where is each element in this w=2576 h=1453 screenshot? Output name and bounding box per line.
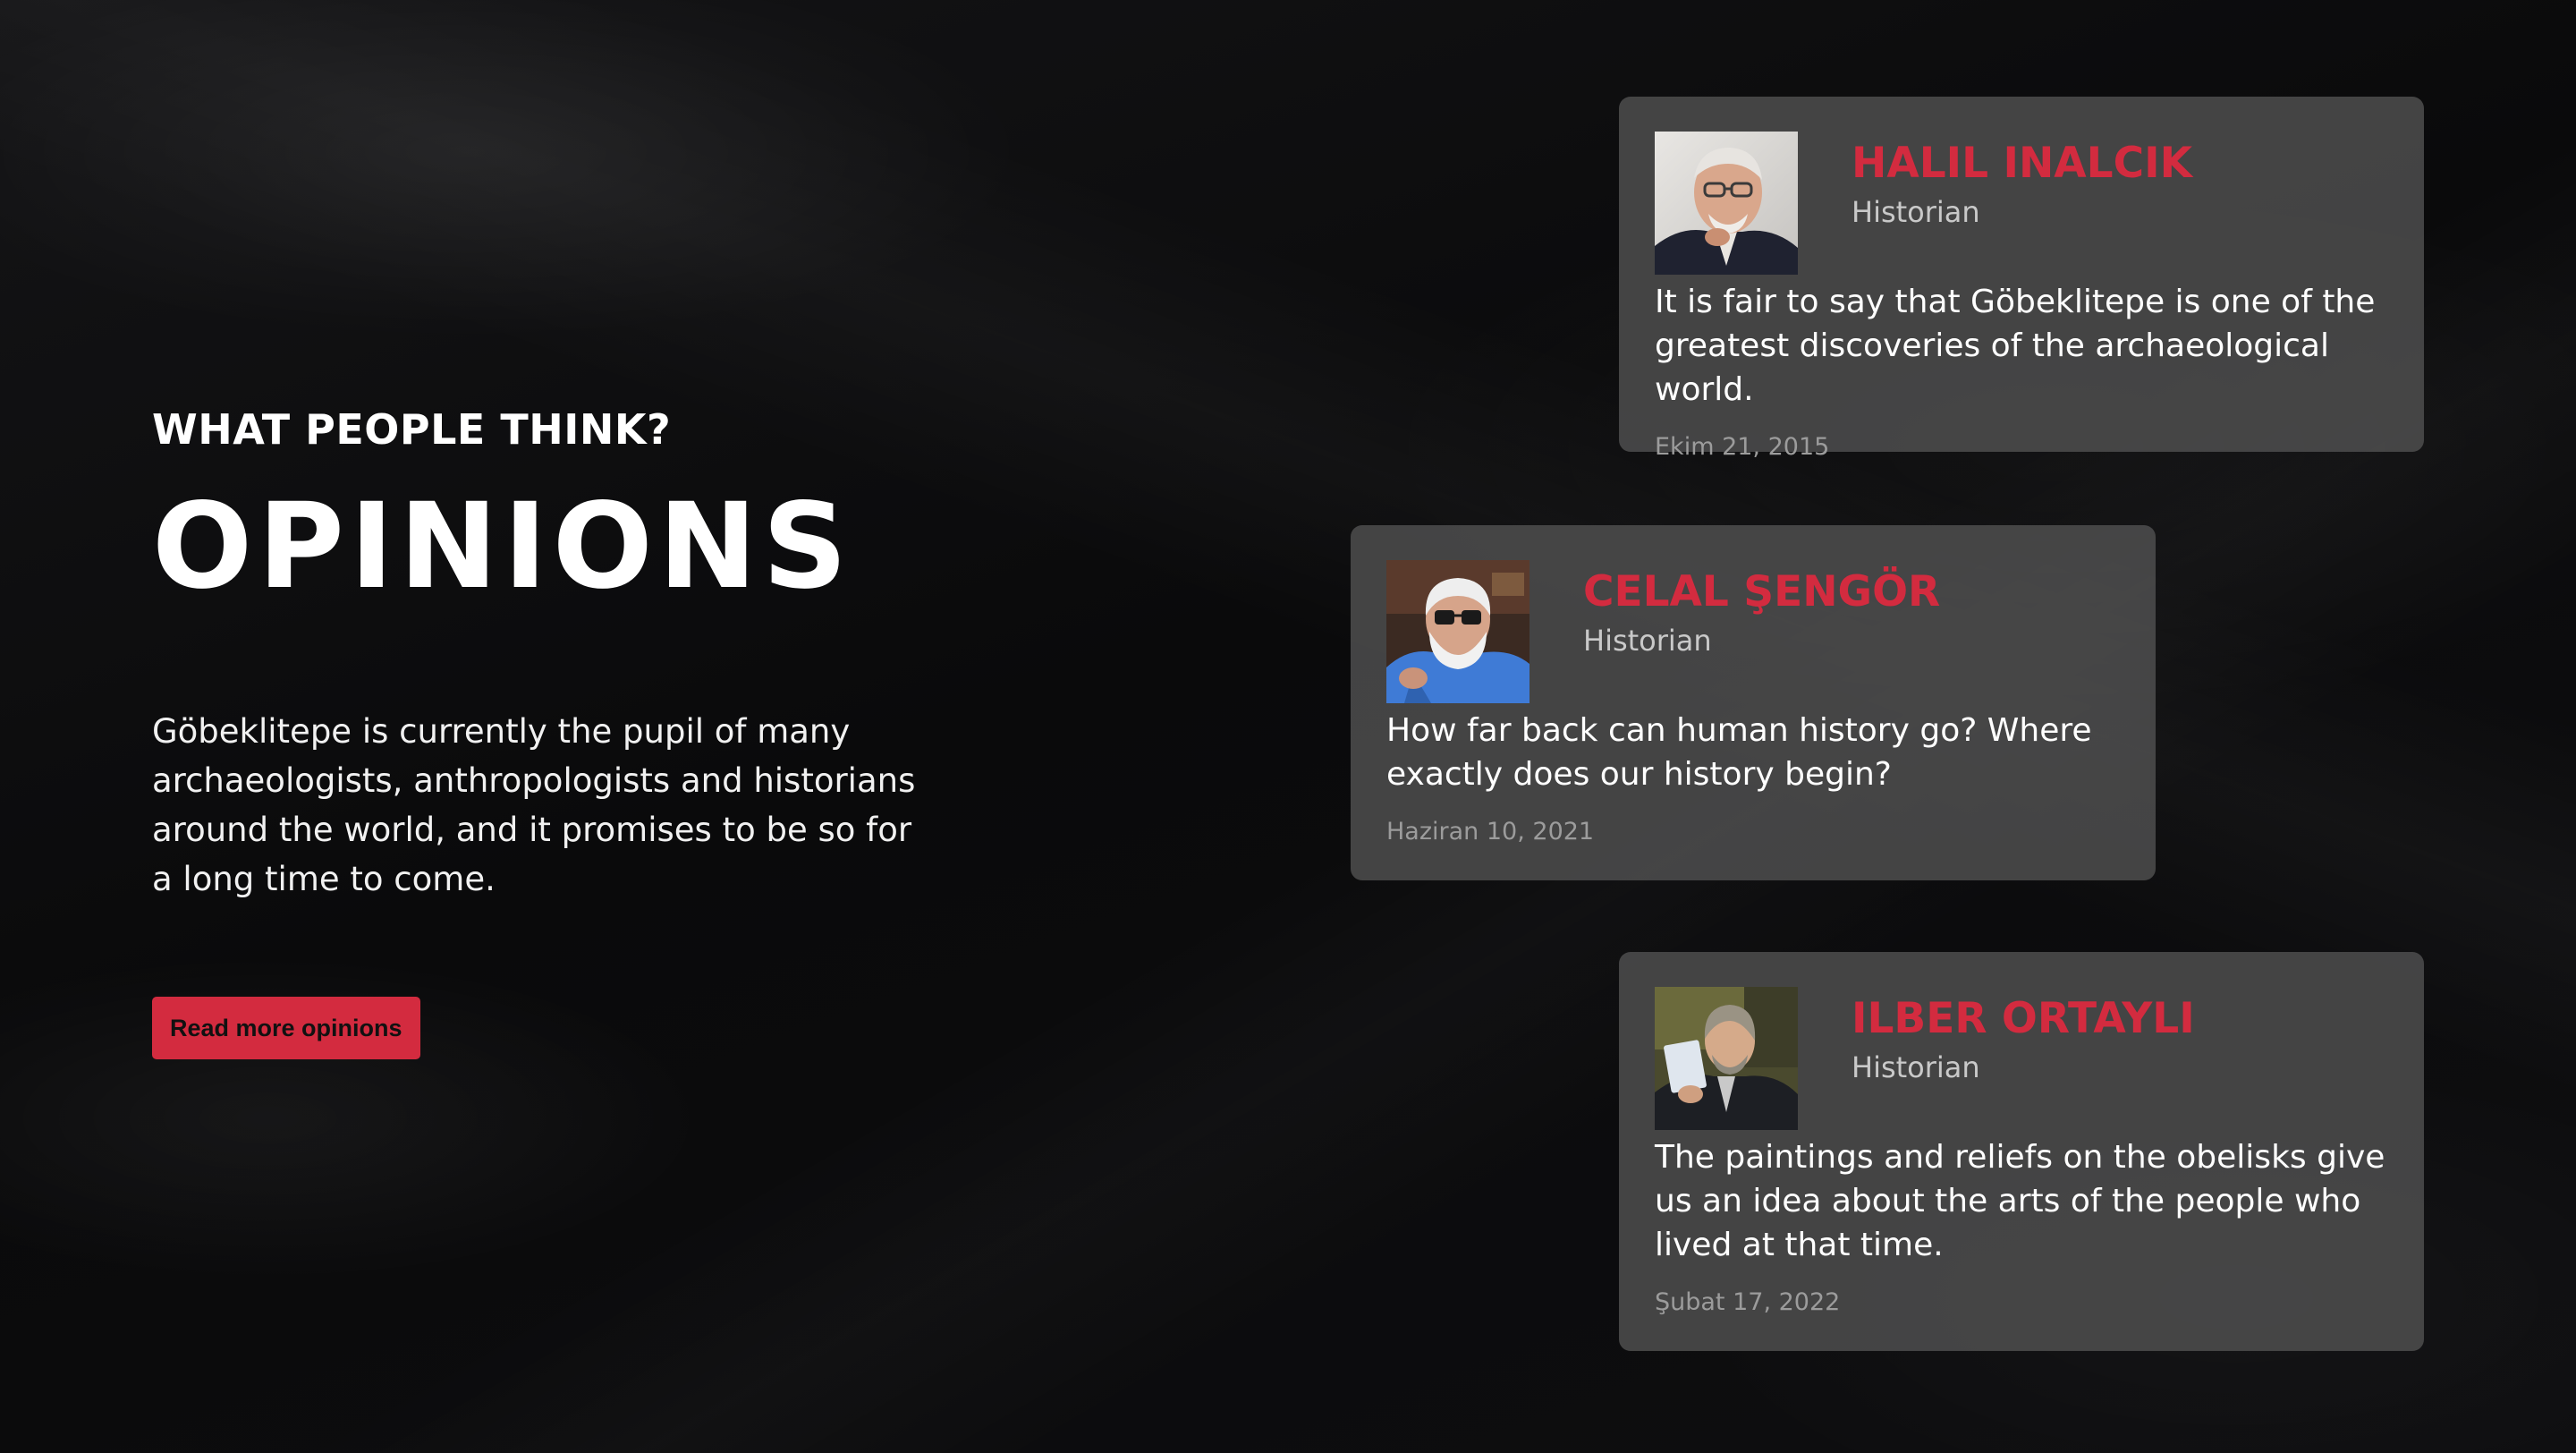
author-name: ILBER ORTAYLI — [1852, 994, 2195, 1043]
opinion-date: Haziran 10, 2021 — [1386, 818, 1595, 845]
opinion-header: HALIL INALCIK Historian — [1655, 132, 2388, 275]
historian-portrait — [1655, 987, 1798, 1130]
author-name: CELAL ŞENGÖR — [1583, 567, 1941, 616]
opinion-quote: It is fair to say that Göbeklitepe is on… — [1655, 284, 2376, 408]
opinion-quote: The paintings and reliefs on the obelisk… — [1655, 1139, 2385, 1263]
opinion-quote: How far back can human history go? Where… — [1386, 712, 2092, 793]
section-eyebrow: WHAT PEOPLE THINK? — [152, 405, 672, 454]
opinion-card: CELAL ŞENGÖR Historian How far back can … — [1351, 525, 2156, 880]
opinion-author: CELAL ŞENGÖR Historian — [1583, 560, 1940, 660]
author-name: HALIL INALCIK — [1852, 139, 2193, 188]
opinion-date: Ekim 21, 2015 — [1655, 433, 1830, 461]
author-role: Historian — [1852, 1050, 1980, 1084]
historian-portrait — [1386, 560, 1530, 703]
historian-portrait — [1655, 132, 1798, 275]
read-more-opinions-button[interactable]: Read more opinions — [152, 997, 420, 1059]
section-description: Göbeklitepe is currently the pupil of ma… — [152, 712, 916, 898]
opinion-author: ILBER ORTAYLI Historian — [1852, 987, 2195, 1087]
opinion-card: ILBER ORTAYLI Historian The paintings an… — [1619, 952, 2424, 1351]
author-role: Historian — [1852, 195, 1980, 229]
opinion-header: ILBER ORTAYLI Historian — [1655, 987, 2388, 1130]
section-title: OPINIONS — [152, 478, 853, 616]
opinion-header: CELAL ŞENGÖR Historian — [1386, 560, 2120, 703]
opinion-author: HALIL INALCIK Historian — [1852, 132, 2192, 232]
author-role: Historian — [1583, 624, 1712, 658]
opinions-intro: WHAT PEOPLE THINK? OPINIONS Göbeklitepe … — [152, 401, 957, 1059]
opinion-date: Şubat 17, 2022 — [1655, 1288, 1841, 1316]
opinion-card: HALIL INALCIK Historian It is fair to sa… — [1619, 97, 2424, 461]
